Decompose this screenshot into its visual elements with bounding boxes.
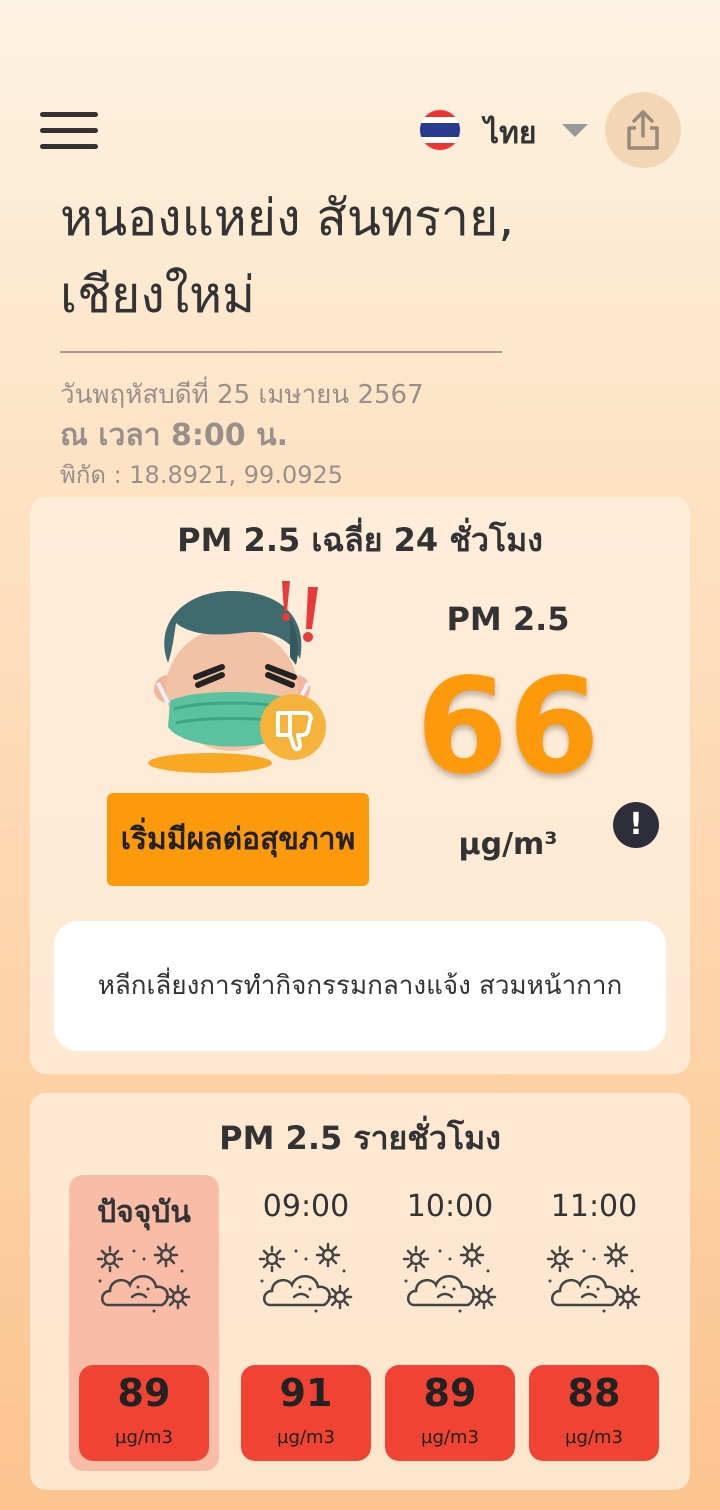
hour-label: ปัจจุบัน bbox=[97, 1195, 191, 1230]
time-text: ณ เวลา 8:00 น. bbox=[60, 418, 289, 453]
coordinates-text: พิกัด : 18.8921, 99.0925 bbox=[60, 461, 344, 489]
top-bar: ไทย bbox=[0, 90, 720, 170]
advice-box: หลีกเลี่ยงการทำกิจกรรมกลางแจ้ง สวมหน้ากา… bbox=[54, 921, 666, 1051]
hazy-cloud-icon bbox=[258, 1242, 353, 1313]
card-title: PM 2.5 รายชั่วโมง bbox=[219, 1119, 501, 1157]
masked-face-mascot-icon bbox=[148, 581, 326, 773]
hour-label: 09:00 bbox=[262, 1189, 350, 1224]
hourly-item-1000[interactable]: 10:00 89 µg/m3 bbox=[375, 1175, 525, 1471]
pm-unit: µg/m3 bbox=[277, 1427, 335, 1448]
hazy-cloud-icon bbox=[96, 1242, 191, 1313]
pm-value: 89 bbox=[117, 1371, 171, 1415]
pm-value: 91 bbox=[279, 1371, 333, 1415]
chevron-down-icon bbox=[562, 124, 588, 137]
hamburger-menu-icon[interactable] bbox=[40, 110, 98, 152]
hazy-cloud-icon bbox=[546, 1242, 641, 1313]
date-text: วันพฤหัสบดีที่ 25 เมษายน 2567 bbox=[60, 380, 424, 410]
share-icon bbox=[627, 110, 659, 150]
hour-label: 10:00 bbox=[406, 1189, 494, 1224]
hourly-item-current[interactable]: ปัจจุบัน 89 µg/m3 bbox=[69, 1175, 219, 1471]
pm-unit: µg/m3 bbox=[115, 1427, 173, 1448]
thai-flag-icon bbox=[420, 110, 460, 150]
pm-label: PM 2.5 bbox=[446, 600, 570, 638]
hazy-cloud-icon bbox=[402, 1242, 497, 1313]
pm-unit: µg/m3 bbox=[565, 1427, 623, 1448]
hourly-item-1100[interactable]: 11:00 88 µg/m3 bbox=[519, 1175, 669, 1471]
pm-badge: 89 µg/m3 bbox=[79, 1365, 209, 1461]
language-selector[interactable]: ไทย bbox=[420, 108, 590, 152]
pm-value: 88 bbox=[567, 1371, 621, 1415]
hour-label: 11:00 bbox=[550, 1189, 638, 1224]
card-title: PM 2.5 เฉลี่ย 24 ชั่วโมง bbox=[177, 521, 543, 559]
info-icon[interactable]: ! bbox=[613, 802, 659, 848]
pm-badge: 89 µg/m3 bbox=[385, 1365, 515, 1461]
pm-unit: µg/m3 bbox=[421, 1427, 479, 1448]
location-name: หนองแหย่ง สันทราย, เชียงใหม่ bbox=[60, 180, 660, 334]
location-line1: หนองแหย่ง สันทราย, bbox=[60, 189, 515, 247]
pm25-hourly-card: PM 2.5 รายชั่วโมง ปัจจุบัน 89 µg/m3 09:0… bbox=[30, 1093, 690, 1490]
pm-value: 66 bbox=[416, 650, 600, 804]
hourly-item-0900[interactable]: 09:00 91 µg/m3 bbox=[231, 1175, 381, 1471]
divider bbox=[60, 351, 502, 353]
pm-badge: 88 µg/m3 bbox=[529, 1365, 659, 1461]
pm-value: 89 bbox=[423, 1371, 477, 1415]
location-line2: เชียงใหม่ bbox=[60, 266, 256, 324]
pm-unit: µg/m³ bbox=[458, 827, 558, 862]
pm-badge: 91 µg/m3 bbox=[241, 1365, 371, 1461]
language-label: ไทย bbox=[484, 116, 537, 151]
health-status-button[interactable]: เริ่มมีผลต่อสุขภาพ bbox=[107, 793, 369, 886]
pm25-24h-card: PM 2.5 เฉลี่ย 24 ชั่วโมง เริ่มมีผลต่อสุข… bbox=[30, 497, 690, 1074]
share-button[interactable] bbox=[605, 92, 681, 168]
